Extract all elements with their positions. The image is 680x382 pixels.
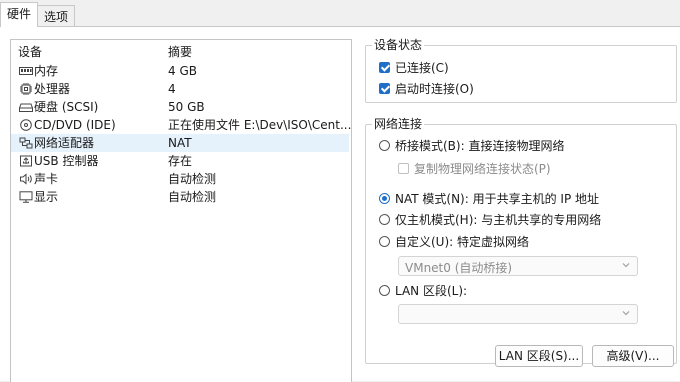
tab-bar: 硬件 选项 bbox=[0, 0, 680, 27]
chevron-down-icon bbox=[622, 263, 630, 268]
radio-unselected-icon bbox=[379, 236, 390, 247]
sound-card-icon bbox=[18, 173, 33, 186]
connected-checkbox[interactable]: 已连接(C) bbox=[379, 59, 449, 76]
hardware-panel: 设备 摘要 内存 4 GB 处理器 4 硬盘 (SCSI) 50 GB CD/D… bbox=[0, 26, 680, 382]
device-name: CD/DVD (IDE) bbox=[34, 118, 116, 132]
column-header-summary[interactable]: 摘要 bbox=[168, 43, 192, 61]
custom-network-radio[interactable]: 自定义(U): 特定虚拟网络 bbox=[379, 233, 529, 250]
connect-at-power-on-label: 启动时连接(O) bbox=[395, 82, 474, 96]
radio-unselected-icon bbox=[379, 214, 390, 225]
replicate-physical-state-checkbox[interactable]: 复制物理网络连接状态(P) bbox=[398, 160, 551, 177]
memory-icon bbox=[18, 65, 33, 78]
radio-selected-icon bbox=[379, 193, 390, 204]
device-status-title: 设备状态 bbox=[372, 38, 425, 53]
device-name: 内存 bbox=[34, 64, 59, 78]
network-connection-title: 网络连接 bbox=[372, 117, 425, 132]
device-summary: 正在使用文件 E:\Dev\ISO\Cent... bbox=[168, 118, 352, 132]
device-list-header: 设备 摘要 bbox=[11, 43, 349, 61]
custom-network-select[interactable]: VMnet0 (自动桥接) bbox=[398, 256, 638, 276]
replicate-physical-state-label: 复制物理网络连接状态(P) bbox=[414, 162, 551, 176]
processor-icon bbox=[18, 83, 33, 96]
device-row-processor[interactable]: 处理器 4 bbox=[11, 80, 349, 98]
device-row-sound-card[interactable]: 声卡 自动检测 bbox=[11, 170, 349, 188]
bridged-mode-radio[interactable]: 桥接模式(B): 直接连接物理网络 bbox=[379, 137, 564, 154]
device-list[interactable]: 设备 摘要 内存 4 GB 处理器 4 硬盘 (SCSI) 50 GB CD/D… bbox=[10, 39, 352, 382]
lan-segment-select[interactable] bbox=[398, 304, 638, 324]
host-only-mode-label: 仅主机模式(H): 与主机共享的专用网络 bbox=[395, 213, 602, 227]
device-summary: NAT bbox=[168, 136, 192, 150]
device-row-cd-dvd[interactable]: CD/DVD (IDE) 正在使用文件 E:\Dev\ISO\Cent... bbox=[11, 116, 352, 134]
device-row-display[interactable]: 显示 自动检测 bbox=[11, 188, 349, 206]
lan-segments-button[interactable]: LAN 区段(S)... bbox=[495, 345, 583, 367]
device-summary: 存在 bbox=[168, 154, 193, 168]
radio-unselected-icon bbox=[379, 285, 390, 296]
device-summary: 4 GB bbox=[168, 64, 197, 78]
nat-mode-radio[interactable]: NAT 模式(N): 用于共享主机的 IP 地址 bbox=[379, 190, 599, 207]
hard-disk-icon bbox=[18, 101, 33, 114]
chevron-down-icon bbox=[622, 311, 630, 316]
device-row-usb-controller[interactable]: USB 控制器 存在 bbox=[11, 152, 349, 170]
device-name: USB 控制器 bbox=[34, 154, 99, 168]
lan-segment-radio[interactable]: LAN 区段(L): bbox=[379, 282, 467, 299]
host-only-mode-radio[interactable]: 仅主机模式(H): 与主机共享的专用网络 bbox=[379, 211, 601, 228]
checkbox-checked-icon bbox=[379, 62, 390, 73]
device-row-network-adapter[interactable]: 网络适配器 NAT bbox=[11, 134, 349, 152]
radio-unselected-icon bbox=[379, 140, 390, 151]
nat-mode-label: NAT 模式(N): 用于共享主机的 IP 地址 bbox=[395, 192, 600, 206]
device-name: 硬盘 (SCSI) bbox=[34, 100, 99, 114]
tab-hardware[interactable]: 硬件 bbox=[0, 2, 39, 27]
custom-network-label: 自定义(U): 特定虚拟网络 bbox=[395, 235, 530, 249]
lan-segment-label: LAN 区段(L): bbox=[395, 284, 468, 298]
tab-options[interactable]: 选项 bbox=[38, 5, 76, 26]
bridged-mode-label: 桥接模式(B): 直接连接物理网络 bbox=[395, 139, 565, 153]
checkbox-checked-icon bbox=[379, 83, 390, 94]
checkbox-disabled-icon bbox=[398, 163, 409, 174]
device-name: 处理器 bbox=[34, 82, 71, 96]
device-name: 网络适配器 bbox=[34, 136, 95, 150]
device-name: 声卡 bbox=[34, 172, 59, 186]
device-row-memory[interactable]: 内存 4 GB bbox=[11, 62, 349, 80]
cd-dvd-icon bbox=[18, 119, 33, 132]
device-summary: 自动检测 bbox=[168, 190, 217, 204]
device-summary: 4 bbox=[168, 82, 176, 96]
network-adapter-icon bbox=[18, 137, 33, 150]
usb-controller-icon bbox=[18, 155, 33, 168]
device-name: 显示 bbox=[34, 190, 59, 204]
connect-at-power-on-checkbox[interactable]: 启动时连接(O) bbox=[379, 80, 474, 97]
display-icon bbox=[18, 191, 33, 204]
device-summary: 50 GB bbox=[168, 100, 205, 114]
advanced-button[interactable]: 高级(V)... bbox=[592, 345, 674, 367]
device-summary: 自动检测 bbox=[168, 172, 217, 186]
column-header-device[interactable]: 设备 bbox=[18, 43, 42, 61]
connected-label: 已连接(C) bbox=[395, 61, 449, 75]
device-row-hard-disk[interactable]: 硬盘 (SCSI) 50 GB bbox=[11, 98, 349, 116]
custom-network-value: VMnet0 (自动桥接) bbox=[405, 261, 513, 275]
